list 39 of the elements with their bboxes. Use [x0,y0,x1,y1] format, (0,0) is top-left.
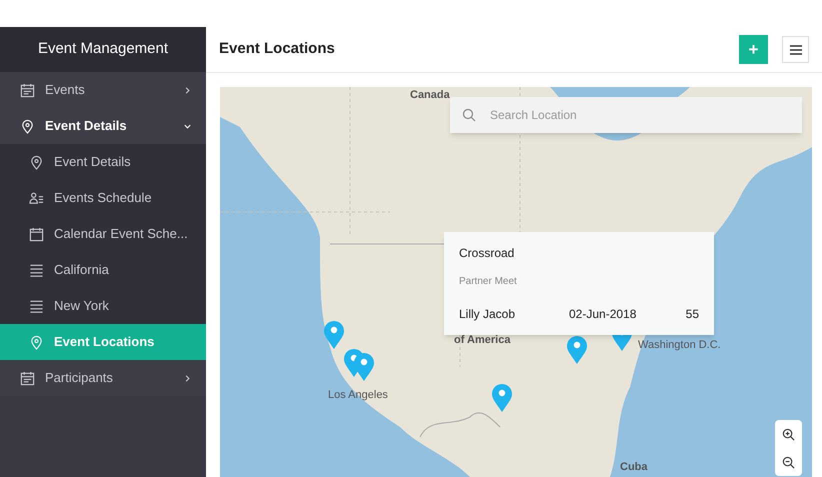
popup-title: Crossroad [459,245,516,262]
zoom-in-icon[interactable] [782,428,795,440]
location-pin-icon [29,334,44,350]
lines-icon [29,298,44,314]
map-pin-icon[interactable] [567,336,587,364]
page-title: Event Locations [219,39,336,60]
submenu-item[interactable]: California [0,252,206,288]
map-label: Cuba [620,460,648,475]
event-date: 02-Jun-2018 [569,306,638,323]
calendar-icon [29,226,44,242]
map-pin-icon[interactable] [492,384,512,412]
location-pin-icon [20,118,35,134]
submenu-item[interactable]: Calendar Event Sche... [0,216,206,252]
participant-name: Lilly Jacob [459,306,516,323]
chevron-right-icon [183,86,192,94]
calendar-icon [20,82,35,98]
submenu-item[interactable]: New York [0,288,206,324]
person-list-icon [29,190,44,206]
search-icon [462,108,478,122]
map-label: of America [454,333,510,348]
popup-subtitle: Partner Meet [459,275,518,289]
sidebar-title: Event Management [0,27,206,72]
map-label: Canada [410,88,450,103]
zoom-out-icon[interactable] [782,456,795,468]
search-field[interactable]: Search Location [450,97,802,133]
lines-icon [29,262,44,278]
chevron-right-icon [183,374,192,382]
submenu-item[interactable]: Events Schedule [0,180,206,216]
calendar-icon [20,370,35,386]
menu-icon [790,44,802,54]
map-pin-icon[interactable] [354,353,374,381]
menu-button[interactable] [782,36,809,63]
sidebar-item[interactable]: Event Details [0,108,206,144]
sidebar-item[interactable]: Participants [0,360,206,396]
map-pin-icon[interactable] [324,321,344,349]
sidebar-item[interactable]: Events [0,72,206,108]
location-pin-icon [29,154,44,170]
participant-count: 55 [686,306,699,323]
submenu-item[interactable]: Event Details [0,144,206,180]
